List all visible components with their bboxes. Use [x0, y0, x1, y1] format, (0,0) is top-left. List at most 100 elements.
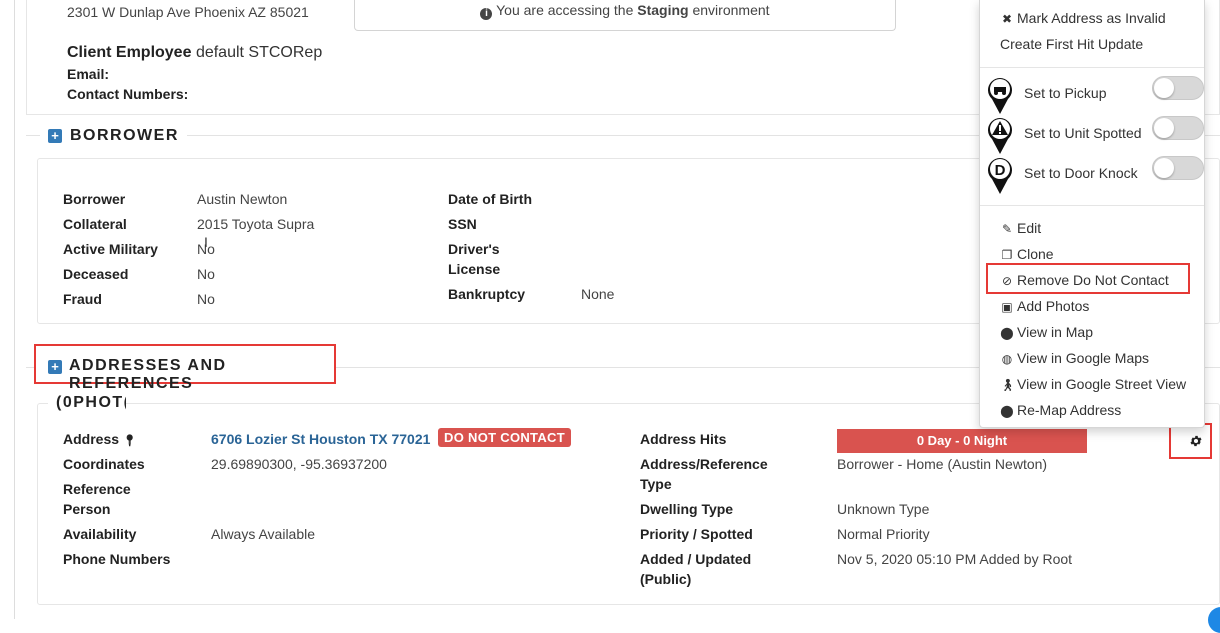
- times-icon: ✖: [1001, 12, 1013, 26]
- collateral-value: 2015 Toyota Supra: [197, 216, 315, 232]
- menu-view-google-maps-label: View in Google Maps: [1017, 350, 1150, 366]
- availability-value: Always Available: [211, 526, 316, 542]
- clone-icon: ❐: [1001, 248, 1013, 262]
- expand-plus-icon[interactable]: +: [48, 360, 62, 374]
- expand-plus-icon[interactable]: +: [48, 129, 62, 143]
- toggle-unit-spotted[interactable]: [1152, 116, 1204, 140]
- added-updated-value: Nov 5, 2020 05:10 PM Added by Root: [837, 551, 1073, 567]
- addresses-section-title: ADDRESSES AND REFERENCES: [69, 357, 227, 392]
- menu-clone[interactable]: ❐ Clone: [1000, 244, 1054, 265]
- coordinates-value: 29.69890300, -95.36937200: [211, 456, 387, 472]
- added-updated-label-line2: (Public): [640, 571, 692, 587]
- street-view-icon: 🚶︎: [1000, 378, 1016, 392]
- help-chat-button[interactable]: [1208, 607, 1220, 633]
- priority-label: Priority / Spotted: [640, 526, 753, 542]
- toggle-door-knock[interactable]: [1152, 156, 1204, 180]
- toggle-knob: [1154, 78, 1174, 98]
- text-cursor-icon: I: [204, 234, 208, 250]
- drivers-license-label-line1: Driver's: [448, 241, 500, 257]
- ban-icon: ⊘: [1001, 274, 1013, 288]
- reference-person-label-line2: Person: [63, 501, 111, 517]
- menu-remap-address-label: Re-Map Address: [1017, 402, 1122, 418]
- menu-mark-invalid-label: Mark Address as Invalid: [1017, 10, 1166, 26]
- do-not-contact-badge: DO NOT CONTACT: [438, 428, 571, 447]
- address-subheading: (0PHOT(: [48, 394, 126, 412]
- door-knock-pin-icon: D: [988, 158, 1012, 194]
- added-updated-label-line1: Added / Updated: [640, 551, 752, 567]
- menu-view-street-view-label: View in Google Street View: [1017, 376, 1187, 392]
- fraud-value: No: [197, 291, 215, 307]
- map-marker-icon: 📍︎: [122, 435, 137, 447]
- menu-clone-label: Clone: [1017, 246, 1054, 262]
- settings-gear-button[interactable]: [1169, 423, 1212, 459]
- toggle-unit-spotted-label: Set to Unit Spotted: [1024, 125, 1142, 141]
- phone-numbers-label: Phone Numbers: [63, 551, 171, 567]
- borrower-label: Borrower: [63, 191, 126, 207]
- address-type-label-line2: Type: [640, 476, 672, 492]
- menu-remove-dnc-label: Remove Do Not Contact: [1017, 272, 1169, 288]
- borrower-section-header[interactable]: + BORROWER: [40, 124, 187, 148]
- menu-add-photos[interactable]: ▣ Add Photos: [1000, 296, 1089, 317]
- toggle-pickup-label: Set to Pickup: [1024, 85, 1107, 101]
- borrower-section-title: BORROWER: [70, 127, 179, 144]
- addresses-section-header[interactable]: + ADDRESSES AND REFERENCES: [34, 344, 336, 392]
- image-icon: ▣: [1001, 300, 1013, 314]
- menu-divider: [980, 205, 1204, 206]
- menu-remap-address[interactable]: ⬤ Re-Map Address: [1000, 400, 1121, 421]
- globe-icon: ◍: [1001, 352, 1013, 366]
- warning-pin-icon: [988, 118, 1012, 154]
- bankruptcy-label: Bankruptcy: [448, 286, 526, 302]
- priority-value: Normal Priority: [837, 526, 930, 542]
- staging-suffix: environment: [692, 2, 770, 18]
- availability-label: Availability: [63, 526, 137, 542]
- coordinates-label: Coordinates: [63, 456, 145, 472]
- drivers-license-label-line2: License: [448, 261, 501, 277]
- address-link[interactable]: 6706 Lozier St Houston TX 77021: [211, 429, 430, 449]
- address-type-label-line1: Address/Reference: [640, 456, 768, 472]
- address-type-value: Borrower - Home (Austin Newton): [837, 456, 1048, 472]
- dwelling-type-label: Dwelling Type: [640, 501, 734, 517]
- info-circle-icon: i: [480, 8, 493, 20]
- address-value[interactable]: 6706 Lozier St Houston TX 77021: [211, 431, 430, 447]
- menu-mark-invalid[interactable]: ✖ Mark Address as Invalid: [1000, 8, 1166, 29]
- deceased-label: Deceased: [63, 266, 129, 282]
- gear-icon[interactable]: [1189, 434, 1203, 448]
- address-label: Address 📍︎: [63, 429, 137, 451]
- toggle-knob: [1154, 158, 1174, 178]
- menu-edit-label: Edit: [1017, 220, 1042, 236]
- menu-view-in-map-label: View in Map: [1017, 324, 1094, 340]
- staging-env: Staging: [637, 2, 689, 18]
- menu-add-photos-label: Add Photos: [1017, 298, 1090, 314]
- menu-edit[interactable]: ✎ Edit: [1000, 218, 1041, 239]
- menu-remove-do-not-contact[interactable]: ⊘ Remove Do Not Contact: [1000, 270, 1169, 291]
- active-military-label: Active Military: [63, 241, 158, 257]
- address-actions-menu: ✖ Mark Address as Invalid Create First Hi…: [979, 0, 1205, 428]
- dwelling-type-value: Unknown Type: [837, 501, 930, 517]
- menu-view-google-maps[interactable]: ◍ View in Google Maps: [1000, 348, 1149, 369]
- client-employee: Client Employee default STCORep: [67, 44, 322, 62]
- page-left-border: [14, 0, 15, 619]
- map-marker-icon: ⬤: [1000, 326, 1014, 340]
- fraud-label: Fraud: [63, 291, 102, 307]
- address-label-text: Address: [63, 431, 120, 447]
- menu-view-in-map[interactable]: ⬤ View in Map: [1000, 322, 1093, 343]
- map-marker-icon: ⬤: [1000, 404, 1014, 418]
- dob-label: Date of Birth: [448, 191, 532, 207]
- menu-create-first-hit-label: Create First Hit Update: [1000, 36, 1144, 52]
- menu-view-street-view[interactable]: 🚶︎ View in Google Street View: [1000, 374, 1186, 395]
- client-employee-value: default STCORep: [195, 44, 323, 61]
- borrower-value: Austin Newton: [197, 191, 288, 207]
- bankruptcy-value: None: [581, 286, 615, 302]
- toggle-pickup[interactable]: [1152, 76, 1204, 100]
- collateral-label: Collateral: [63, 216, 127, 232]
- contact-numbers-label: Contact Numbers:: [67, 86, 189, 102]
- staging-notice: i You are accessing the Staging environm…: [354, 0, 896, 31]
- client-employee-label: Client Employee: [67, 44, 192, 61]
- menu-divider: [980, 67, 1204, 68]
- menu-create-first-hit[interactable]: Create First Hit Update: [1000, 34, 1143, 54]
- ssn-label: SSN: [448, 216, 477, 232]
- edit-icon: ✎: [1001, 222, 1013, 236]
- staging-prefix: You are accessing the: [496, 2, 634, 18]
- tow-truck-pin-icon: [988, 78, 1012, 114]
- svg-text:D: D: [995, 162, 1006, 179]
